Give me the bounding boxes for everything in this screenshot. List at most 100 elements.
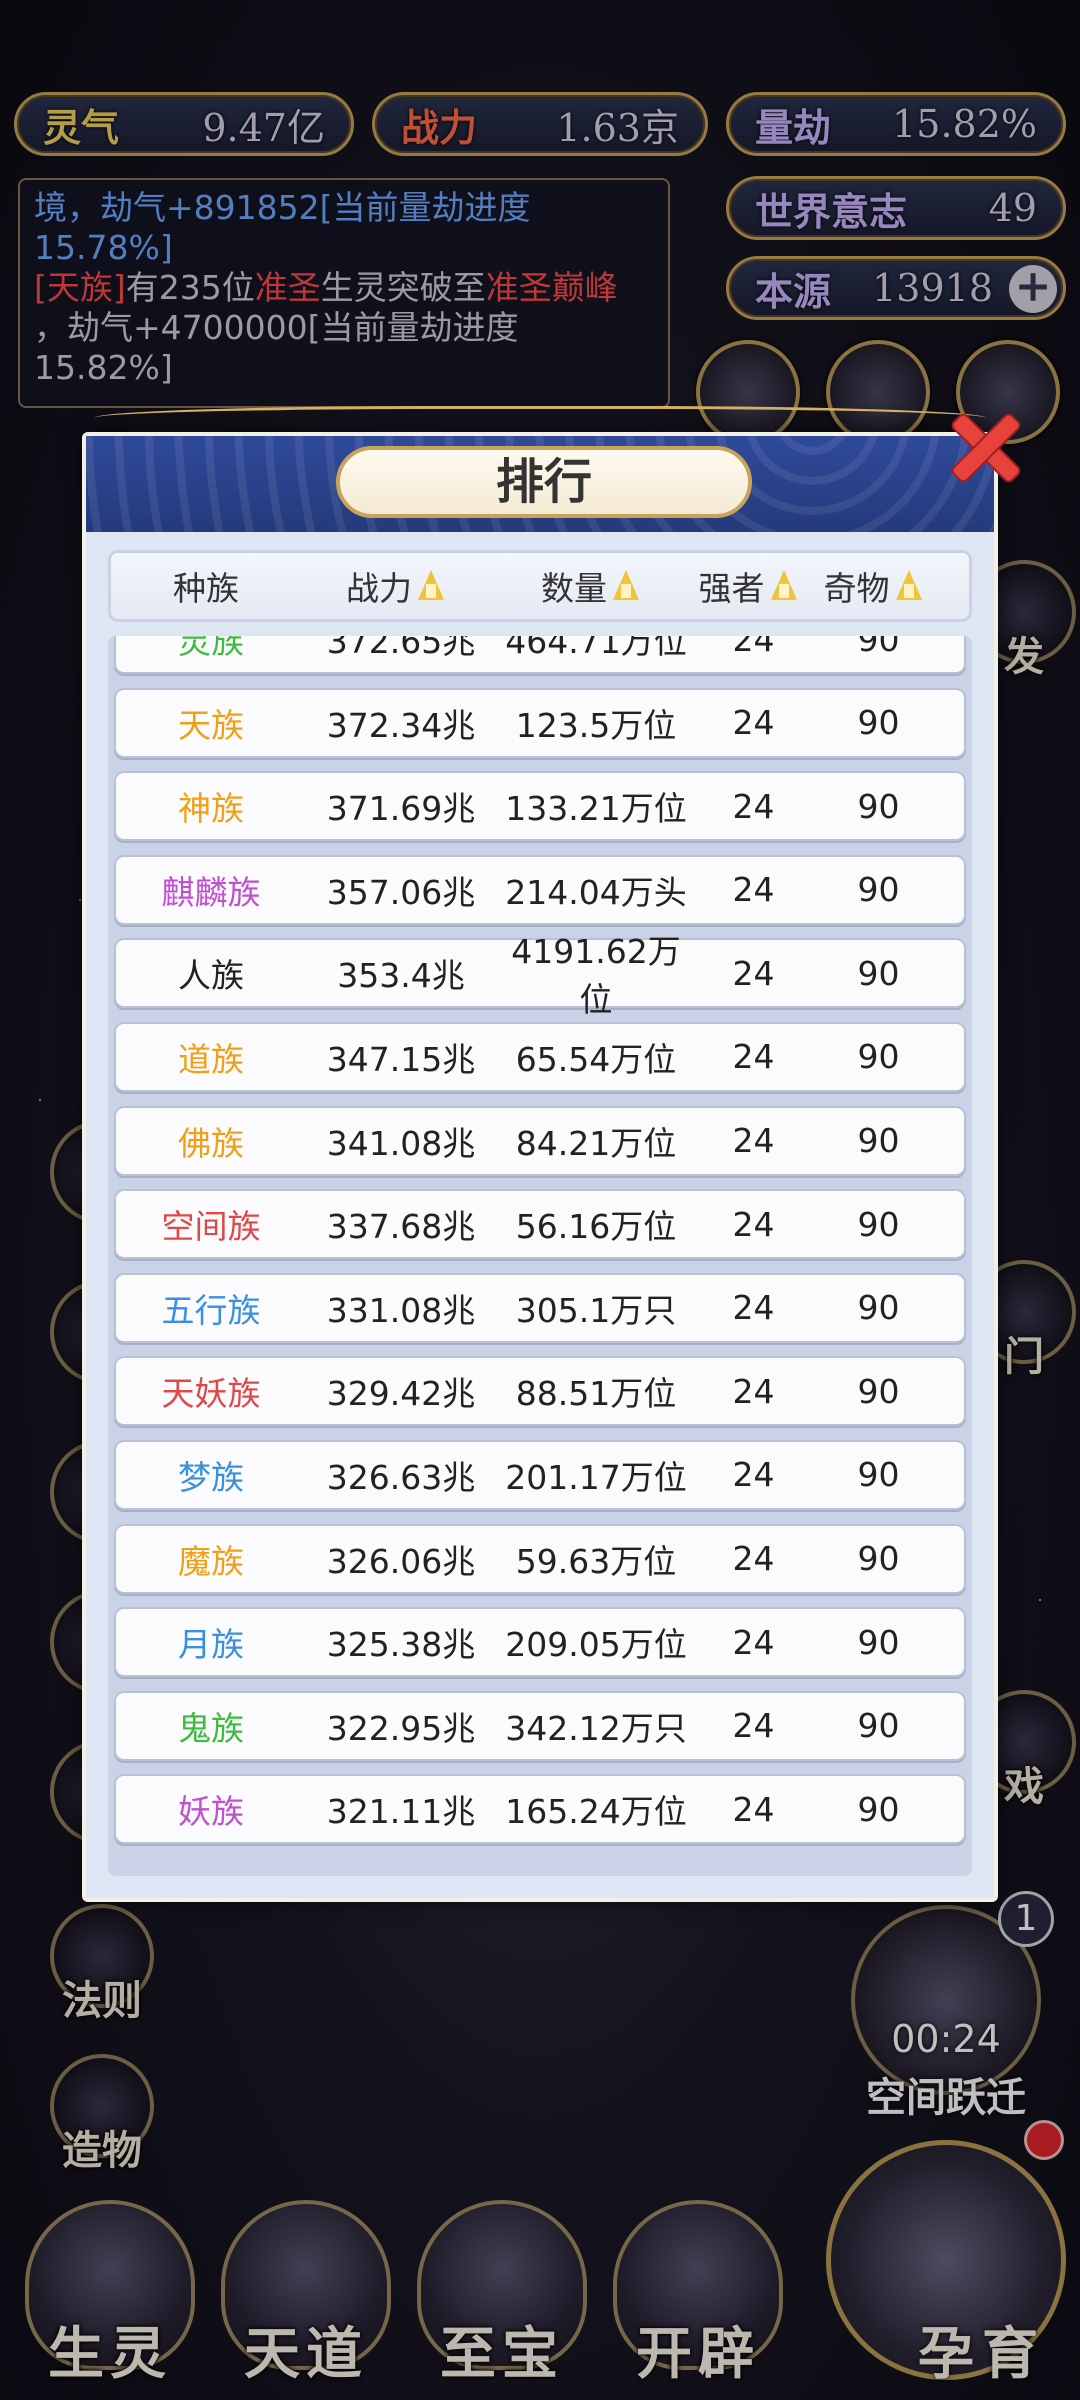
race-cell: 人族 xyxy=(178,956,244,996)
ranking-list[interactable]: 灵族 372.65兆 464.71万位 24 90 天族 372.34兆 123.5万位 24 9… xyxy=(108,636,972,1876)
strong-cell: 24 xyxy=(732,1204,775,1244)
count-cell: 201.17万位 xyxy=(505,1457,687,1497)
race-cell: 妖族 xyxy=(178,1792,244,1832)
power-cell: 372.34兆 xyxy=(326,705,476,745)
strong-cell: 24 xyxy=(732,870,775,910)
power-cell: 322.95兆 xyxy=(326,1708,476,1748)
count-cell: 65.54万位 xyxy=(515,1039,677,1079)
items-cell: 90 xyxy=(857,1622,900,1662)
strong-cell: 24 xyxy=(732,703,775,743)
modal-frame-ornament xyxy=(94,406,986,436)
race-cell: 鬼族 xyxy=(178,1708,244,1748)
ranking-list-content: 灵族 372.65兆 464.71万位 24 90 天族 372.34兆 123.5万位 24 9… xyxy=(114,636,966,1858)
count-cell: 84.21万位 xyxy=(515,1123,677,1163)
close-icon[interactable] xyxy=(934,396,1030,492)
items-cell: 90 xyxy=(857,1789,900,1829)
table-row[interactable]: 佛族 341.08兆 84.21万位 24 90 xyxy=(114,1105,966,1176)
count-cell: 165.24万位 xyxy=(505,1792,687,1832)
sort-items-button[interactable]: 奇物 xyxy=(806,562,941,610)
items-cell: 90 xyxy=(857,1037,900,1077)
power-cell: 331.08兆 xyxy=(326,1290,476,1330)
col-race-label: 种族 xyxy=(173,569,239,608)
items-cell: 90 xyxy=(857,1204,900,1244)
table-row[interactable]: 梦族 326.63兆 201.17万位 24 90 xyxy=(114,1439,966,1510)
strong-cell: 24 xyxy=(732,1371,775,1411)
strong-cell: 24 xyxy=(732,1789,775,1829)
col-race: 种族 xyxy=(111,562,301,610)
race-cell: 灵族 xyxy=(178,636,244,661)
strong-cell: 24 xyxy=(732,1288,775,1328)
power-cell: 353.4兆 xyxy=(337,956,465,996)
table-row[interactable]: 天妖族 329.42兆 88.51万位 24 90 xyxy=(114,1356,966,1427)
items-cell: 90 xyxy=(857,1706,900,1746)
table-row[interactable]: 道族 347.15兆 65.54万位 24 90 xyxy=(114,1021,966,1092)
race-cell: 魔族 xyxy=(178,1541,244,1581)
count-cell: 88.51万位 xyxy=(515,1374,677,1414)
sort-arrow-icon xyxy=(769,568,799,604)
items-cell: 90 xyxy=(857,786,900,826)
count-cell: 123.5万位 xyxy=(515,705,677,745)
strong-cell: 24 xyxy=(732,1622,775,1662)
items-cell: 90 xyxy=(857,953,900,993)
table-row[interactable]: 月族 325.38兆 209.05万位 24 90 xyxy=(114,1607,966,1678)
race-cell: 天族 xyxy=(178,705,244,745)
sort-count-button[interactable]: 数量 xyxy=(491,562,691,610)
race-cell: 空间族 xyxy=(161,1207,261,1247)
race-cell: 梦族 xyxy=(178,1457,244,1497)
table-row[interactable]: 神族 371.69兆 133.21万位 24 90 xyxy=(114,771,966,842)
table-header: 种族 战力 数量 强者 奇物 xyxy=(108,550,972,622)
strong-cell: 24 xyxy=(732,1121,775,1161)
items-cell: 90 xyxy=(857,636,900,659)
power-cell: 325.38兆 xyxy=(326,1625,476,1665)
power-cell: 341.08兆 xyxy=(326,1123,476,1163)
count-cell: 133.21万位 xyxy=(505,789,687,829)
items-cell: 90 xyxy=(857,1371,900,1411)
table-row[interactable]: 魔族 326.06兆 59.63万位 24 90 xyxy=(114,1523,966,1594)
race-cell: 天妖族 xyxy=(161,1374,261,1414)
col-strong-label: 强者 xyxy=(698,569,765,608)
power-cell: 337.68兆 xyxy=(326,1207,476,1247)
table-row[interactable]: 天族 372.34兆 123.5万位 24 90 xyxy=(114,687,966,758)
power-cell: 357.06兆 xyxy=(326,872,476,912)
race-cell: 佛族 xyxy=(178,1123,244,1163)
count-cell: 464.71万位 xyxy=(505,636,687,661)
race-cell: 道族 xyxy=(178,1039,244,1079)
count-cell: 342.12万只 xyxy=(505,1708,687,1748)
table-row[interactable]: 灵族 372.65兆 464.71万位 24 90 xyxy=(114,636,966,674)
sort-arrow-icon xyxy=(416,568,446,604)
col-power-label: 战力 xyxy=(346,569,412,608)
strong-cell: 24 xyxy=(732,636,775,659)
table-row[interactable]: 人族 353.4兆 4191.62万位 24 90 xyxy=(114,932,966,1019)
power-cell: 372.65兆 xyxy=(326,636,476,661)
power-cell: 326.63兆 xyxy=(326,1457,476,1497)
race-cell: 月族 xyxy=(178,1625,244,1665)
power-cell: 371.69兆 xyxy=(326,789,476,829)
table-row[interactable]: 麒麟族 357.06兆 214.04万头 24 90 xyxy=(114,854,966,925)
race-cell: 麒麟族 xyxy=(161,872,261,912)
strong-cell: 24 xyxy=(732,1455,775,1495)
items-cell: 90 xyxy=(857,1539,900,1579)
power-cell: 347.15兆 xyxy=(326,1039,476,1079)
sort-strong-button[interactable]: 强者 xyxy=(691,562,806,610)
table-row[interactable]: 五行族 331.08兆 305.1万只 24 90 xyxy=(114,1272,966,1343)
items-cell: 90 xyxy=(857,870,900,910)
items-cell: 90 xyxy=(857,1288,900,1328)
ranking-modal: 排行 种族 战力 数量 强者 奇物 灵族 372.65兆 464.71万位 24 90 天… xyxy=(82,406,998,1902)
table-row[interactable]: 妖族 321.11兆 165.24万位 24 90 xyxy=(114,1774,966,1845)
count-cell: 56.16万位 xyxy=(515,1207,677,1247)
count-cell: 305.1万只 xyxy=(515,1290,677,1330)
sort-power-button[interactable]: 战力 xyxy=(301,562,491,610)
col-count-label: 数量 xyxy=(541,569,607,608)
race-cell: 五行族 xyxy=(161,1290,261,1330)
items-cell: 90 xyxy=(857,703,900,743)
table-row[interactable]: 空间族 337.68兆 56.16万位 24 90 xyxy=(114,1189,966,1260)
power-cell: 326.06兆 xyxy=(326,1541,476,1581)
count-cell: 59.63万位 xyxy=(515,1541,677,1581)
strong-cell: 24 xyxy=(732,786,775,826)
table-row[interactable]: 鬼族 322.95兆 342.12万只 24 90 xyxy=(114,1690,966,1761)
count-cell: 209.05万位 xyxy=(505,1625,687,1665)
items-cell: 90 xyxy=(857,1455,900,1495)
strong-cell: 24 xyxy=(732,1037,775,1077)
col-items-label: 奇物 xyxy=(823,569,890,608)
count-cell: 4191.62万位 xyxy=(511,932,681,1020)
